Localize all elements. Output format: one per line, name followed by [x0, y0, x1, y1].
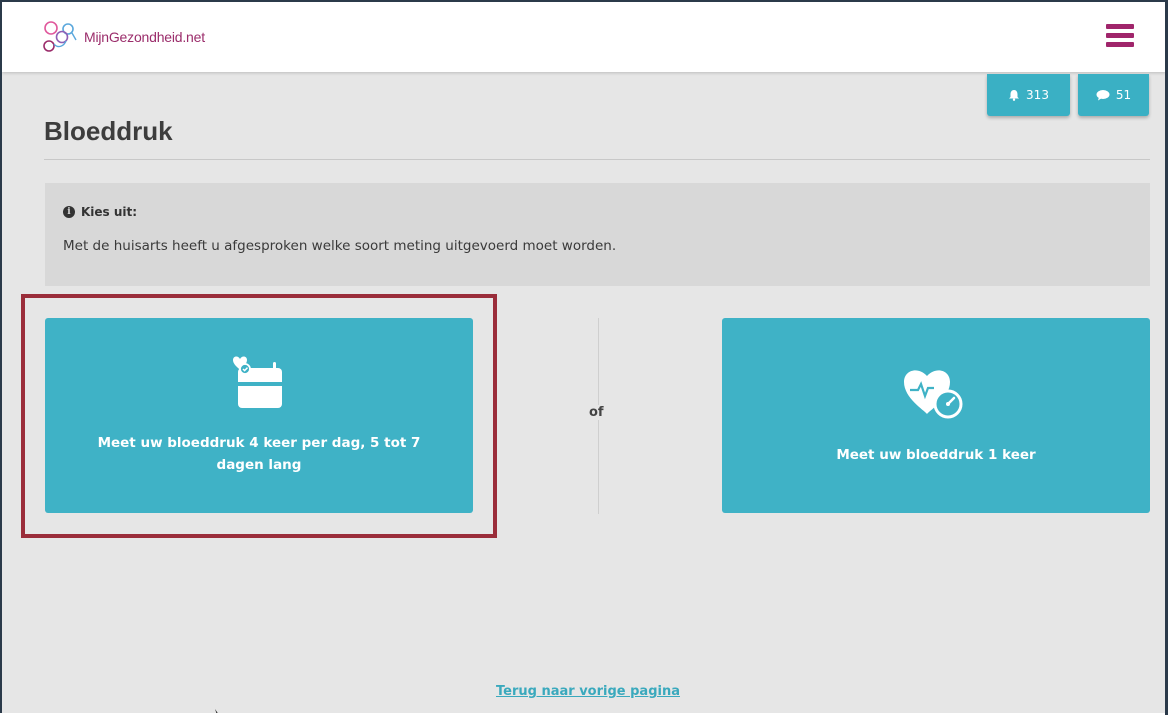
chat-bubble-icon: [1096, 90, 1110, 101]
bell-icon: [1009, 90, 1020, 101]
page-title: Bloeddruk: [44, 116, 173, 146]
option-single-label: Meet uw bloeddruk 1 keer: [836, 447, 1036, 463]
info-heading: i Kies uit:: [63, 205, 1130, 219]
option-multi-day-label: Meet uw bloeddruk 4 keer per dag, 5 tot …: [97, 435, 421, 473]
hamburger-line: [1106, 24, 1134, 29]
logo[interactable]: MijnGezondheid.net: [42, 20, 205, 54]
logo-icon: [43, 21, 77, 52]
hamburger-icon[interactable]: [1106, 24, 1134, 47]
hamburger-line: [1106, 42, 1134, 47]
info-heading-text: Kies uit:: [81, 205, 138, 219]
top-navbar: MijnGezondheid.net: [2, 2, 1166, 72]
hamburger-line: [1106, 33, 1134, 38]
info-text: Met de huisarts heeft u afgesproken welk…: [63, 238, 617, 254]
notifications-button[interactable]: 313: [987, 74, 1070, 116]
info-icon: i: [63, 206, 75, 218]
logo-text: MijnGezondheid.net: [84, 29, 205, 45]
calendar-heart-icon: [233, 356, 282, 408]
messages-button[interactable]: 51: [1078, 74, 1149, 116]
info-panel: i Kies uit: Met de huisarts heeft u afge…: [45, 183, 1150, 286]
or-separator: of: [587, 405, 606, 420]
messages-count: 51: [1115, 88, 1132, 102]
notifications-count: 313: [1026, 88, 1049, 102]
app-window: MijnGezondheid.net 313 51 Bloeddruk i Ki…: [0, 0, 1166, 713]
mouse-cursor-icon: [215, 709, 218, 713]
heart-gauge-icon: [904, 370, 963, 419]
option-single-card[interactable]: Meet uw bloeddruk 1 keer: [722, 318, 1150, 513]
back-link[interactable]: Terug naar vorige pagina: [496, 684, 680, 699]
option-multi-day-card[interactable]: Meet uw bloeddruk 4 keer per dag, 5 tot …: [45, 318, 473, 513]
title-divider: [44, 159, 1150, 160]
